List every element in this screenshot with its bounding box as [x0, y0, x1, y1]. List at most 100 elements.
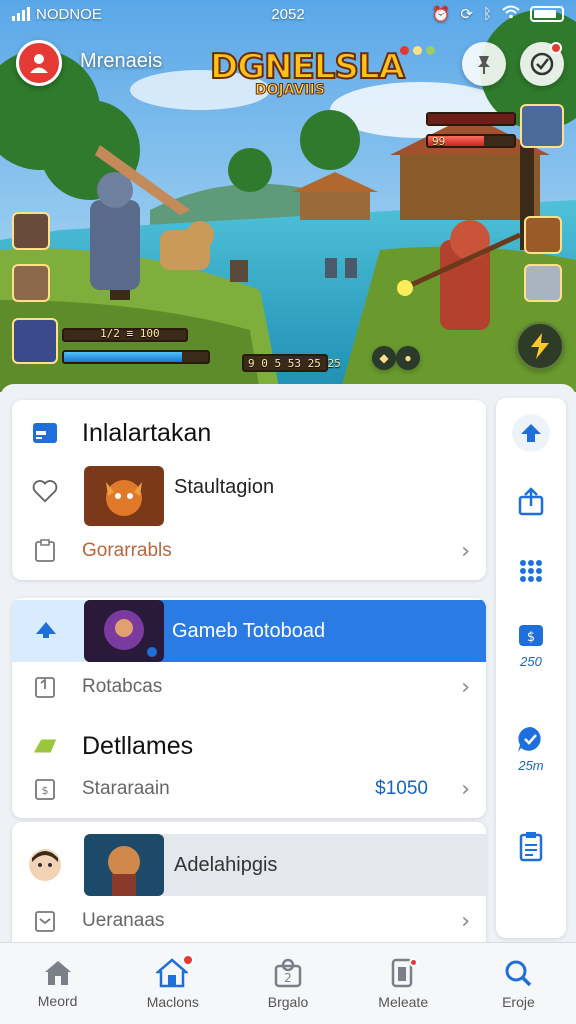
- share-icon: [518, 487, 544, 516]
- svg-text:2: 2: [284, 971, 292, 985]
- status-time: 2052: [271, 5, 305, 23]
- nav-maclons[interactable]: Maclons: [115, 943, 230, 1024]
- shop-thumbnail[interactable]: [84, 834, 164, 896]
- shield-skill-button[interactable]: ◆: [372, 346, 396, 370]
- install-header: Inlalartakan: [12, 416, 486, 450]
- shop-card: Adelahipgis Ueranaas ›: [12, 822, 486, 952]
- install-card: Inlalartakan Staultagion Gorarrabls ›: [12, 400, 486, 580]
- enemy-name-bar: [426, 112, 516, 126]
- game-thumbnail[interactable]: [84, 466, 164, 526]
- attack-button[interactable]: [516, 322, 564, 370]
- rail-chat-label: 25m: [518, 758, 544, 773]
- install-link-label: Gorarrabls: [82, 540, 172, 561]
- nav-search[interactable]: Eroje: [461, 943, 576, 1024]
- card-icon: [32, 420, 58, 446]
- cloud-icon: [32, 618, 60, 645]
- pin-button[interactable]: [462, 42, 506, 86]
- dollar-icon: $: [32, 776, 58, 802]
- game-list-item[interactable]: Staultagion: [12, 466, 486, 526]
- battle-timer: 9 0 5 53 25 25: [248, 357, 341, 370]
- game-logo: DGNELSLA DOJAVIIS: [209, 47, 406, 108]
- nav-meleate-badge: [409, 957, 419, 967]
- carrier-name: NODNOE: [36, 5, 102, 23]
- user-icon: [30, 54, 48, 73]
- chevron-right-icon: ›: [461, 908, 470, 934]
- chevron-right-icon: ›: [461, 776, 470, 802]
- price-row-label: Stararaain: [82, 778, 170, 799]
- rail-chat-button[interactable]: 25m: [496, 724, 566, 773]
- shield-icon: ◆: [379, 351, 389, 365]
- shield-outline-icon: [32, 908, 58, 934]
- nav-meleate[interactable]: Meleate: [346, 943, 461, 1024]
- rail-home-button[interactable]: [496, 414, 566, 452]
- nav-home-label: Meord: [37, 992, 78, 1009]
- chevron-right-icon: ›: [461, 674, 470, 700]
- hero-label: 1/2 ≡ 100: [100, 327, 160, 340]
- arrow-up-icon: [521, 424, 541, 442]
- profile-avatar-button[interactable]: [16, 40, 62, 86]
- hero-portrait[interactable]: [12, 318, 58, 364]
- party-portrait-2[interactable]: [12, 264, 50, 302]
- wifi-icon: [502, 5, 520, 23]
- svg-text:$: $: [527, 630, 535, 645]
- chevron-right-icon: ›: [461, 538, 470, 564]
- shop-item[interactable]: Adelahipgis: [12, 834, 486, 896]
- nav-meleate-label: Meleate: [378, 993, 429, 1010]
- nav-home[interactable]: Meord: [0, 943, 115, 1024]
- nav-brgalo-label: Brgalo: [267, 993, 309, 1010]
- check-circle-icon: [530, 52, 554, 76]
- price-row[interactable]: $ Stararaain $1050 ›: [12, 772, 486, 806]
- home-icon: [44, 960, 71, 985]
- details-header: Detllames: [12, 726, 486, 766]
- status-bar: NODNOE 2052 ⏰ ⟳ ᛒ: [0, 0, 576, 28]
- bluetooth-icon: ᛒ: [482, 5, 492, 23]
- clipboard-icon: [32, 538, 58, 564]
- install-link-row[interactable]: Gorarrabls ›: [12, 534, 486, 568]
- rail-wallet-label: 250: [520, 654, 542, 669]
- leaderboard-card: Gameb Totoboad Rotabcas › Detllames $ St…: [12, 598, 486, 818]
- leaderboard-title: Gameb Totoboad: [172, 619, 326, 642]
- rotation-lock-icon: ⟳: [460, 6, 473, 23]
- shop-item-name: Adelahipgis: [174, 853, 278, 876]
- shop-link-row[interactable]: Ueranaas ›: [12, 904, 486, 938]
- hero-health-fill: [64, 352, 183, 362]
- svg-text:$: $: [42, 784, 49, 797]
- rail-notes-button[interactable]: [496, 830, 566, 862]
- pin-icon: [478, 56, 490, 74]
- nav-badge: [181, 953, 194, 966]
- rail-wallet-button[interactable]: $ 250: [496, 620, 566, 669]
- search-icon: [505, 960, 532, 986]
- rail-apps-button[interactable]: [496, 558, 566, 584]
- heart-icon[interactable]: [32, 478, 58, 504]
- quick-actions-rail: $ 250 25m: [496, 398, 566, 938]
- bottom-navigation: Meord Maclons 2 Brgalo Meleate Eroje: [0, 942, 576, 1024]
- ally-portrait-2[interactable]: [524, 264, 562, 302]
- document-icon: [32, 674, 58, 700]
- ally-portrait-1[interactable]: [524, 216, 562, 254]
- rotation-label: Rotabcas: [82, 676, 163, 697]
- leaderboard-thumbnail[interactable]: [84, 600, 164, 662]
- enemy-name-fill: [428, 114, 514, 124]
- potion-skill-button[interactable]: ●: [396, 346, 420, 370]
- notes-icon: [519, 832, 543, 862]
- battery-icon: [530, 6, 564, 22]
- nav-brgalo[interactable]: 2 Brgalo: [230, 943, 345, 1024]
- enemy-portrait[interactable]: [520, 104, 564, 148]
- game-banner[interactable]: NODNOE 2052 ⏰ ⟳ ᛒ Mrenaeis DGNELSLA DOJA…: [0, 0, 576, 392]
- enemy-level: 99: [432, 135, 446, 148]
- game-item-name: Staultagion: [174, 476, 275, 498]
- shop-link-label: Ueranaas: [82, 910, 165, 931]
- install-title: Inlalartakan: [82, 418, 212, 447]
- share-button[interactable]: [520, 42, 564, 86]
- wallet-icon: $: [519, 625, 543, 646]
- alarm-icon: ⏰: [431, 6, 451, 23]
- details-title: Detllames: [82, 731, 194, 760]
- app-title: Mrenaeis: [80, 50, 163, 72]
- rail-share-button[interactable]: [496, 486, 566, 516]
- party-portrait-1[interactable]: [12, 212, 50, 250]
- carousel-dots[interactable]: [400, 46, 435, 55]
- rotation-row[interactable]: Rotabcas ›: [12, 670, 486, 704]
- potion-icon: ●: [404, 351, 412, 365]
- price-value: $1050: [375, 778, 428, 799]
- avatar: [28, 848, 62, 882]
